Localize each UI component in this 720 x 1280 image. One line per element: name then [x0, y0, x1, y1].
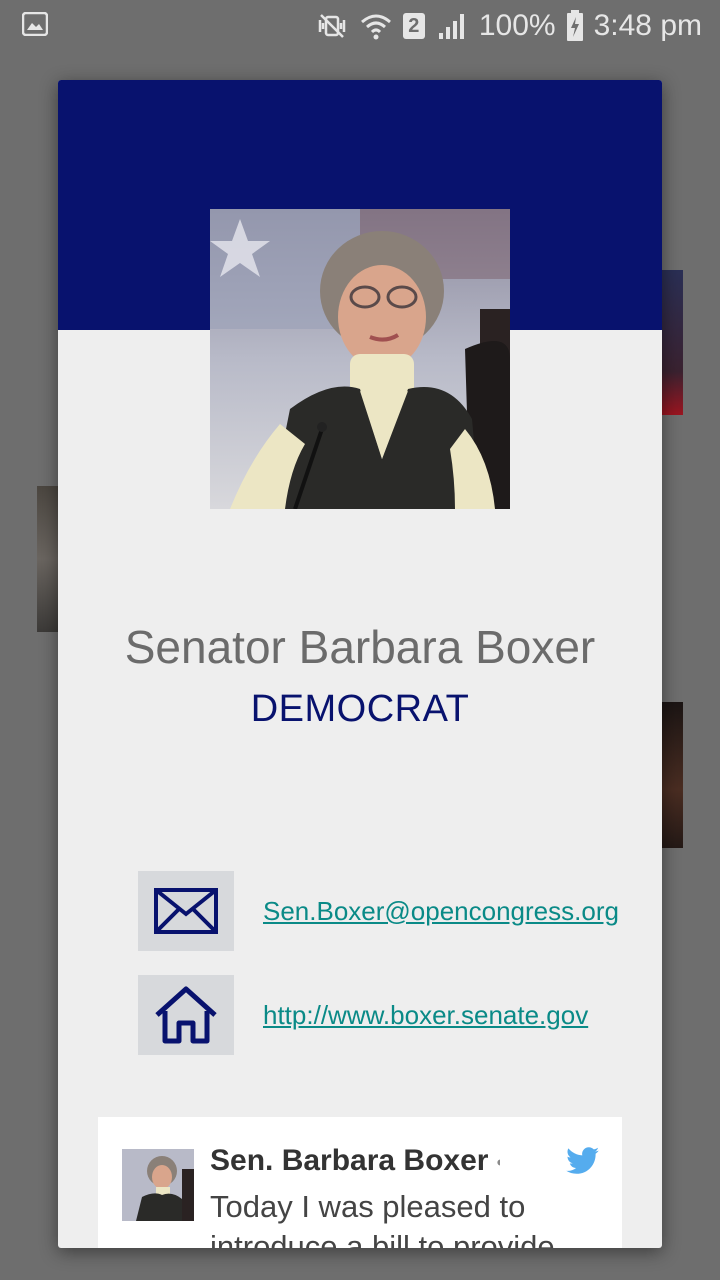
wifi-icon	[360, 14, 391, 40]
sim-2-icon: 2	[402, 13, 425, 39]
tweet-card[interactable]: Sen. Barbara Boxer•8 M Today I was pleas…	[98, 1117, 622, 1248]
background-card-peek	[37, 486, 59, 632]
website-contact-row[interactable]: http://www.boxer.senate.gov	[138, 975, 588, 1055]
email-button[interactable]	[138, 871, 234, 951]
clock: 3:48 pm	[593, 9, 702, 42]
senator-name: Senator Barbara Boxer	[124, 621, 596, 673]
tweet-header: Sen. Barbara Boxer•8 M	[210, 1141, 500, 1183]
senator-portrait-photo	[210, 209, 510, 509]
email-contact-row[interactable]: Sen.Boxer@opencongress.org	[138, 871, 619, 951]
battery-charging-icon	[566, 10, 583, 41]
party-affiliation: DEMOCRAT	[250, 688, 470, 730]
status-bar: 2 100% 3:48 pm	[0, 0, 720, 50]
tweet-author-avatar[interactable]	[122, 1149, 194, 1221]
tweet-separator: •	[496, 1150, 500, 1175]
website-button[interactable]	[138, 975, 234, 1055]
website-link[interactable]: http://www.boxer.senate.gov	[263, 1000, 588, 1031]
battery-percent: 100%	[478, 9, 556, 42]
app-screen: 2 100% 3:48 pm Senator Barbara Boxer DEM…	[0, 0, 720, 1280]
email-link[interactable]: Sen.Boxer@opencongress.org	[263, 896, 619, 927]
mail-icon	[154, 888, 218, 934]
home-icon	[155, 986, 217, 1044]
image-notification-icon	[22, 12, 48, 36]
senator-profile-card: Senator Barbara Boxer DEMOCRAT Sen.Boxer…	[58, 80, 662, 1248]
mute-vibrate-icon	[318, 14, 346, 38]
tweet-author-name[interactable]: Sen. Barbara Boxer	[210, 1144, 488, 1177]
tweet-text: Today I was pleased to introduce a bill …	[210, 1189, 555, 1248]
background-card-peek	[660, 702, 683, 848]
twitter-bird-icon[interactable]	[566, 1147, 600, 1175]
signal-icon	[438, 14, 464, 39]
